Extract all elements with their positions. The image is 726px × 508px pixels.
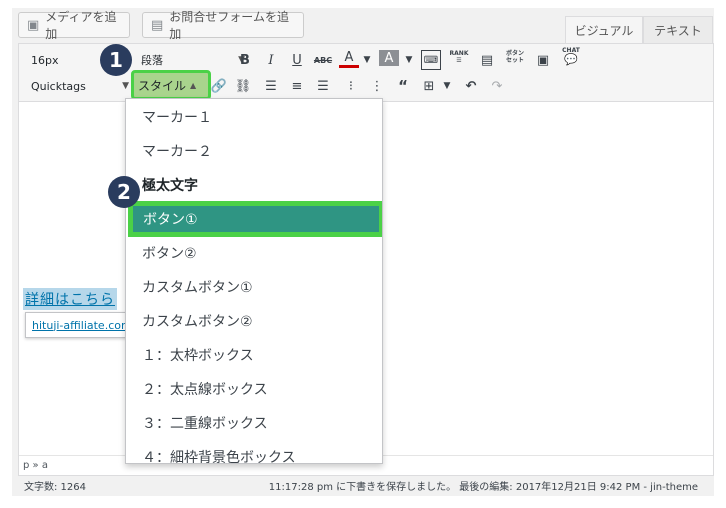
align-left-icon[interactable]: ☰ xyxy=(261,76,281,96)
font-size-value: 16px xyxy=(31,53,59,67)
table-icon[interactable]: ▤ xyxy=(477,50,497,70)
add-media-label: メディアを追加 xyxy=(45,10,117,41)
chevron-down-icon[interactable]: ▼ xyxy=(357,50,377,70)
chat-icon[interactable]: CHAT 💬 xyxy=(561,47,581,67)
bullet-list-icon[interactable]: ⁝ xyxy=(341,76,361,96)
quicktags-select[interactable]: Quicktags ▼ xyxy=(31,76,129,96)
chevron-down-icon[interactable]: ▼ xyxy=(437,76,457,96)
word-count: 文字数: 1264 xyxy=(24,481,86,493)
format-value: 段落 xyxy=(141,54,163,67)
undo-icon[interactable]: ↶ xyxy=(461,76,481,96)
rank-bars-icon: ☰ xyxy=(456,57,462,64)
style-menu-item[interactable]: マーカー１ xyxy=(126,101,382,133)
link-icon[interactable]: 🔗 xyxy=(209,76,229,96)
selected-link-text[interactable]: 詳細はこちら xyxy=(23,288,117,310)
style-menu-item[interactable]: １：太枠ボックス xyxy=(126,339,382,371)
format-select[interactable]: 段落 ▼ xyxy=(139,50,245,70)
style-menu-item[interactable]: マーカー２ xyxy=(126,135,382,167)
align-center-icon[interactable]: ≡ xyxy=(287,76,307,96)
chevron-down-icon: ▼ xyxy=(122,81,129,91)
underline-icon[interactable]: U xyxy=(287,50,307,70)
add-contact-form-button[interactable]: ▤ お問合せフォームを追加 xyxy=(142,10,304,41)
link-preview-popup[interactable]: hituji-affiliate.com xyxy=(25,312,141,338)
blockquote-icon[interactable]: “ xyxy=(393,76,413,96)
chevron-down-icon[interactable]: ▼ xyxy=(399,50,419,70)
style-menu-item[interactable]: ボタン② xyxy=(126,237,382,269)
add-form-label: お問合せフォームを追加 xyxy=(169,10,289,41)
italic-icon[interactable]: I xyxy=(261,50,281,70)
redo-icon[interactable]: ↷ xyxy=(487,76,507,96)
style-menu-item[interactable]: カスタムボタン① xyxy=(126,271,382,303)
link-url[interactable]: hituji-affiliate.com xyxy=(32,319,132,332)
tab-text[interactable]: テキスト xyxy=(643,16,713,43)
style-select-label: スタイル xyxy=(138,78,187,93)
style-menu-item[interactable]: ボタン① xyxy=(130,203,382,235)
style-dropdown-menu: マーカー１ マーカー２ 極太文字 ボタン① ボタン② カスタムボタン① カスタムボタン② １：… xyxy=(125,98,383,464)
speech-bubble-icon: 💬 xyxy=(564,53,578,67)
rank-icon[interactable]: RANK ☰ xyxy=(449,48,469,68)
unlink-icon[interactable]: ⛓ xyxy=(233,76,253,96)
text-color-icon[interactable]: A xyxy=(339,50,359,68)
chevron-up-icon: ▲ xyxy=(190,80,197,90)
keyboard-icon[interactable]: ⌨ xyxy=(421,50,441,70)
step-badge-1: 1 xyxy=(100,44,132,76)
strikethrough-icon[interactable]: ABC xyxy=(313,50,333,70)
style-menu-item[interactable]: ３：二重線ボックス xyxy=(126,407,382,439)
step-badge-2: 2 xyxy=(108,176,140,208)
align-right-icon[interactable]: ☰ xyxy=(313,76,333,96)
quicktags-value: Quicktags xyxy=(31,79,86,93)
add-media-button[interactable]: ▣ メディアを追加 xyxy=(18,10,130,41)
style-menu-item[interactable]: ４：細枠背景色ボックス xyxy=(126,441,382,463)
style-menu-item[interactable]: カスタムボタン② xyxy=(126,305,382,337)
background-color-icon[interactable]: A xyxy=(379,50,399,66)
button-set-icon[interactable]: ボタン セット xyxy=(505,48,525,68)
insert-table-icon[interactable]: ⊞ xyxy=(419,76,439,96)
form-icon: ▤ xyxy=(151,17,164,33)
numbered-list-icon[interactable]: ⋮ xyxy=(367,76,387,96)
style-select[interactable]: スタイル ▲ xyxy=(131,70,211,100)
style-menu-item[interactable]: ２：太点線ボックス xyxy=(126,373,382,405)
box-icon[interactable]: ▣ xyxy=(533,50,553,70)
bold-icon[interactable]: B xyxy=(235,50,255,70)
tab-visual[interactable]: ビジュアル xyxy=(565,16,643,44)
style-menu-item[interactable]: 極太文字 xyxy=(126,169,382,201)
media-icon: ▣ xyxy=(27,17,40,33)
autosave-status: 11:17:28 pm に下書きを保存しました。 最後の編集: 2017年12月… xyxy=(268,481,698,493)
editor-footer: 文字数: 1264 11:17:28 pm に下書きを保存しました。 最後の編集… xyxy=(18,476,714,494)
